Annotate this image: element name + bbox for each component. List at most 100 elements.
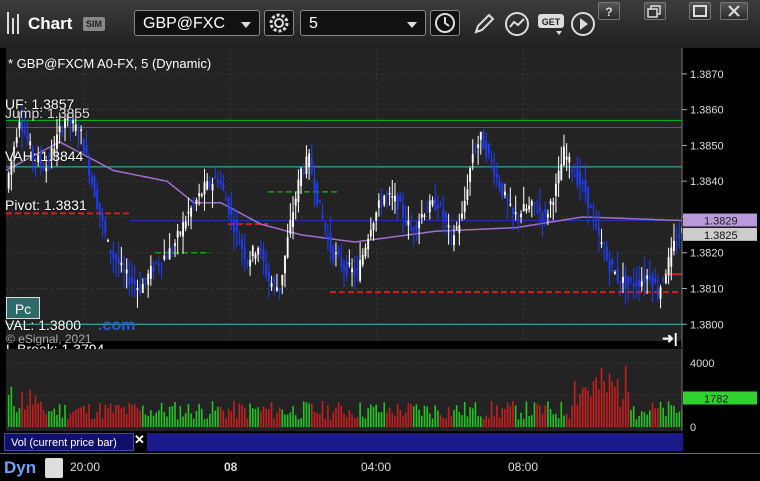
candle-body [42,167,45,170]
candle-body [656,289,659,297]
candle-body [276,287,278,291]
candle-body [479,132,482,140]
candle-body [560,164,563,181]
candle-body [461,213,463,219]
volume-study-label[interactable]: Vol (current price bar) [4,433,134,451]
candle-body [589,205,592,208]
candle-body [56,134,58,149]
interval-field[interactable]: 5 [300,10,426,36]
candle-body [579,171,581,185]
candle-body [678,234,681,239]
interval-value: 5 [309,15,318,32]
candle-body [133,281,136,285]
candle-body [369,229,372,237]
price-pane[interactable]: 1.38701.38601.38501.38401.38301.38201.38… [0,48,760,357]
svg-text:?: ? [605,5,612,19]
candle-body [289,219,292,234]
candle-body [509,203,512,206]
candle-body [243,245,246,259]
candle-body [493,166,496,177]
pencil-icon[interactable] [470,10,498,38]
candle-body [345,260,348,276]
candle-body [235,220,238,232]
candle-body [640,281,643,287]
candle-body [227,197,230,214]
study-icon[interactable] [503,10,531,38]
candle-body [498,181,501,189]
time-button[interactable] [430,10,460,36]
symbol-field[interactable]: GBP@FXC [134,10,260,36]
close-icon [728,5,740,17]
candle-body [238,241,241,244]
candle-body [249,259,252,267]
candle-body [383,195,386,205]
candle-body [605,247,608,261]
candle-body [648,275,651,280]
candle-body [487,144,490,154]
volume-pane[interactable]: 4000200001782 [0,349,760,434]
close-study-icon[interactable]: ✕ [134,432,146,448]
dyn-label[interactable]: Dyn [4,458,36,478]
candle-body [85,145,88,154]
dyn-toggle-icon[interactable] [45,458,63,478]
candle-body [168,248,171,260]
candle-body [391,196,394,198]
close-button[interactable] [720,2,748,20]
candle-body [471,153,474,163]
candle-body [635,281,638,287]
candle-body [412,227,415,232]
time-axis[interactable]: Dyn 20:00 08 04:00 08:00 [0,453,760,481]
candle-body [101,214,104,221]
candle-body [477,144,480,148]
candle-body [21,121,24,132]
candle-body [198,193,201,197]
sim-badge: SIM [83,17,105,31]
candle-body [80,129,83,131]
candle-body [176,230,179,238]
gear-icon [269,13,289,33]
candle-body [340,257,343,267]
time-tick-1: 08 [224,460,238,474]
scroll-to-end-icon[interactable]: ➜| [662,330,678,347]
candle-body [324,223,327,230]
candle-body [485,140,488,158]
candle-body [302,172,305,174]
candle-body [147,273,150,285]
level-label-val: VAL: 1.3800 [5,317,82,333]
last-price-text: 1.3825 [704,230,738,242]
candle-body [463,200,466,212]
price-chart[interactable]: 1.38701.38601.38501.38401.38301.38201.38… [0,48,760,348]
candle-body [123,269,125,272]
candle-body [332,246,335,260]
volume-last-text: 1782 [704,393,728,405]
pc-button[interactable]: Pc [6,297,40,319]
candle-body [568,156,571,163]
chevron-down-icon[interactable] [241,22,251,28]
candle-body [348,262,351,265]
candle-body [163,255,166,260]
candle-body [128,277,131,286]
candle-body [520,213,522,218]
price-tick-5: 1.3820 [690,248,724,260]
help-button[interactable]: ? [598,2,620,20]
maximize-icon [693,5,707,17]
candle-body [157,263,160,266]
candle-body [115,254,117,262]
candle-body [453,235,455,246]
volume-chart[interactable]: 4000200001782 [0,349,760,434]
get-icon[interactable]: GET [537,10,567,38]
gear-button[interactable] [264,10,294,36]
candle-body [616,268,619,282]
candle-body [530,200,533,206]
chevron-down-icon[interactable] [407,22,417,28]
candle-body [294,198,297,206]
play-icon[interactable] [569,10,597,38]
candle-body [445,212,447,222]
candle-body [141,283,144,293]
maximize-button[interactable] [689,2,711,20]
candle-body [595,223,598,226]
restore-button[interactable] [644,2,666,20]
candle-body [482,131,485,150]
candle-body [426,211,429,213]
candle-body [200,194,203,196]
